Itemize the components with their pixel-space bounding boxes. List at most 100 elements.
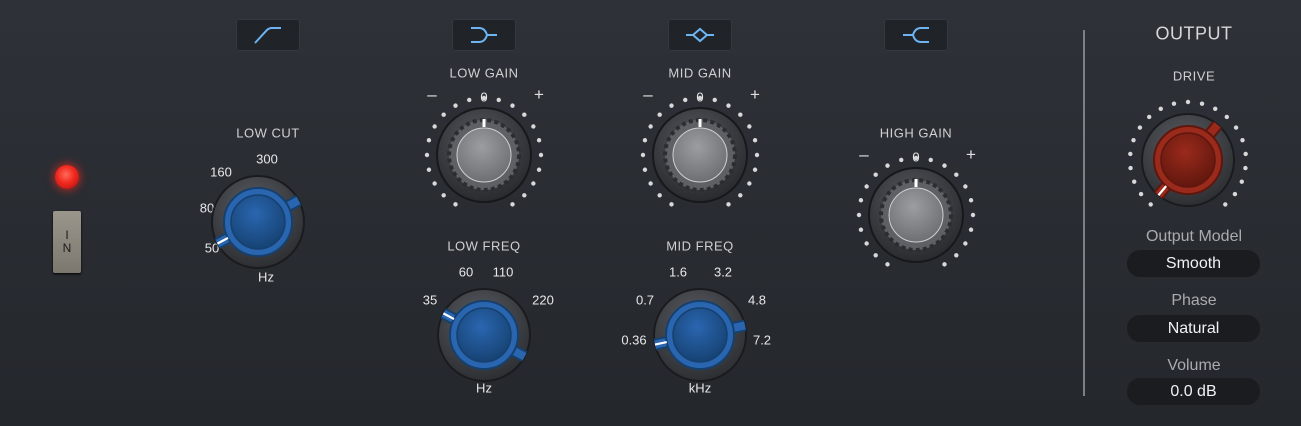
low-cut-label: LOW CUT bbox=[236, 125, 300, 141]
scale-dot bbox=[496, 97, 501, 103]
scale-dot bbox=[1128, 165, 1133, 171]
knob-cap bbox=[888, 187, 944, 243]
scale-dot bbox=[738, 193, 743, 198]
power-led bbox=[55, 165, 79, 189]
scale-dot bbox=[899, 157, 904, 163]
scale-dot bbox=[1240, 137, 1245, 143]
scale-dot bbox=[1243, 165, 1248, 171]
volume-field[interactable]: 0.0 dB bbox=[1127, 378, 1260, 405]
scale-dot bbox=[1138, 191, 1144, 197]
scale-dot bbox=[432, 181, 437, 186]
scale-dot bbox=[726, 103, 731, 108]
scale-dot bbox=[522, 112, 527, 117]
low-shelf-filter-button[interactable] bbox=[452, 19, 516, 51]
scale-dot bbox=[642, 167, 648, 172]
scale-dot bbox=[873, 253, 878, 258]
scale-dot bbox=[928, 157, 933, 163]
scale-dot bbox=[657, 193, 662, 198]
scale-dot bbox=[942, 262, 947, 267]
knob-cap bbox=[456, 127, 512, 183]
output-model-dropdown[interactable]: Smooth bbox=[1127, 250, 1260, 277]
scale-dot bbox=[726, 202, 731, 207]
scale-dot bbox=[968, 227, 974, 232]
scale-dot bbox=[536, 138, 542, 143]
scale-dot bbox=[467, 97, 472, 103]
scale-dot bbox=[754, 152, 760, 158]
scale-dot bbox=[669, 103, 674, 108]
scale-dot bbox=[712, 97, 717, 103]
in-label-bottom: N bbox=[62, 241, 72, 255]
scale-dot bbox=[864, 184, 869, 189]
scale-dot bbox=[752, 138, 758, 143]
scale-dot bbox=[683, 97, 688, 103]
knob-cap bbox=[672, 127, 728, 183]
mid-freq-label: MID FREQ bbox=[666, 238, 734, 254]
low-gain-label: LOW GAIN bbox=[449, 65, 519, 81]
scale-dot bbox=[963, 241, 968, 246]
scale-dot bbox=[1185, 99, 1191, 105]
scale-dot bbox=[885, 163, 890, 168]
scale-dot bbox=[648, 124, 653, 129]
knob-cap bbox=[1160, 132, 1216, 188]
scale-dot bbox=[640, 152, 646, 158]
scale-dot bbox=[642, 138, 648, 143]
scale-dot bbox=[954, 172, 959, 177]
scale-dot bbox=[864, 241, 869, 246]
low-shelf-curve-icon bbox=[471, 27, 497, 43]
section-divider bbox=[1083, 30, 1085, 396]
scale-dot bbox=[1128, 151, 1133, 157]
in-button[interactable]: I N bbox=[53, 211, 81, 273]
scale-dot bbox=[954, 253, 959, 258]
phase-dropdown[interactable]: Natural bbox=[1127, 315, 1260, 342]
output-title: OUTPUT bbox=[1155, 23, 1233, 44]
mid-peak-filter-button[interactable] bbox=[668, 19, 732, 51]
mid-gain-label: MID GAIN bbox=[668, 65, 732, 81]
high-gain-label: HIGH GAIN bbox=[879, 125, 953, 141]
mid-freq-knob[interactable] bbox=[638, 273, 762, 397]
scale-dot bbox=[657, 112, 662, 117]
scale-dot bbox=[441, 193, 446, 198]
high-gain-knob[interactable] bbox=[854, 153, 978, 277]
scale-dot bbox=[1146, 114, 1152, 120]
scale-dot bbox=[536, 167, 542, 172]
scale-dot bbox=[856, 212, 862, 218]
scale-dot bbox=[885, 262, 890, 267]
scale-dot bbox=[441, 112, 446, 117]
scale-dot bbox=[538, 152, 544, 158]
scale-dot bbox=[510, 103, 515, 108]
scale-dot bbox=[1158, 106, 1163, 111]
scale-dot bbox=[873, 172, 878, 177]
scale-dot bbox=[432, 124, 437, 129]
scale-dot bbox=[963, 184, 968, 189]
high-shelf-filter-button[interactable] bbox=[884, 19, 948, 51]
scale-dot bbox=[1148, 202, 1153, 207]
low-cut-knob[interactable] bbox=[196, 160, 320, 284]
scale-dot bbox=[697, 95, 703, 101]
scale-dot bbox=[531, 181, 536, 186]
scale-dot bbox=[942, 163, 947, 168]
volume-label: Volume bbox=[1167, 357, 1221, 374]
knob-cap bbox=[672, 307, 728, 363]
mid-gain-knob[interactable] bbox=[638, 93, 762, 217]
low-cut-filter-button[interactable] bbox=[236, 19, 300, 51]
scale-dot bbox=[522, 193, 527, 198]
scale-dot bbox=[747, 124, 752, 129]
scale-dot bbox=[738, 112, 743, 117]
drive-label: DRIVE bbox=[1172, 68, 1216, 84]
low-freq-label: LOW FREQ bbox=[447, 238, 521, 254]
scale-dot bbox=[1224, 114, 1230, 120]
scale-dot bbox=[426, 138, 432, 143]
scale-dot bbox=[510, 202, 515, 207]
knob-cap bbox=[230, 194, 286, 250]
low-cut-curve-icon bbox=[254, 27, 281, 44]
knob-cap bbox=[456, 307, 512, 363]
scale-dot bbox=[1239, 179, 1244, 184]
low-gain-knob[interactable] bbox=[422, 93, 546, 217]
low-freq-knob[interactable] bbox=[422, 273, 546, 397]
output-model-label: Output Model bbox=[1145, 228, 1243, 245]
drive-knob[interactable] bbox=[1126, 98, 1250, 222]
scale-dot bbox=[453, 103, 458, 108]
scale-dot bbox=[913, 155, 919, 161]
scale-dot bbox=[453, 202, 458, 207]
scale-dot bbox=[1213, 106, 1218, 111]
